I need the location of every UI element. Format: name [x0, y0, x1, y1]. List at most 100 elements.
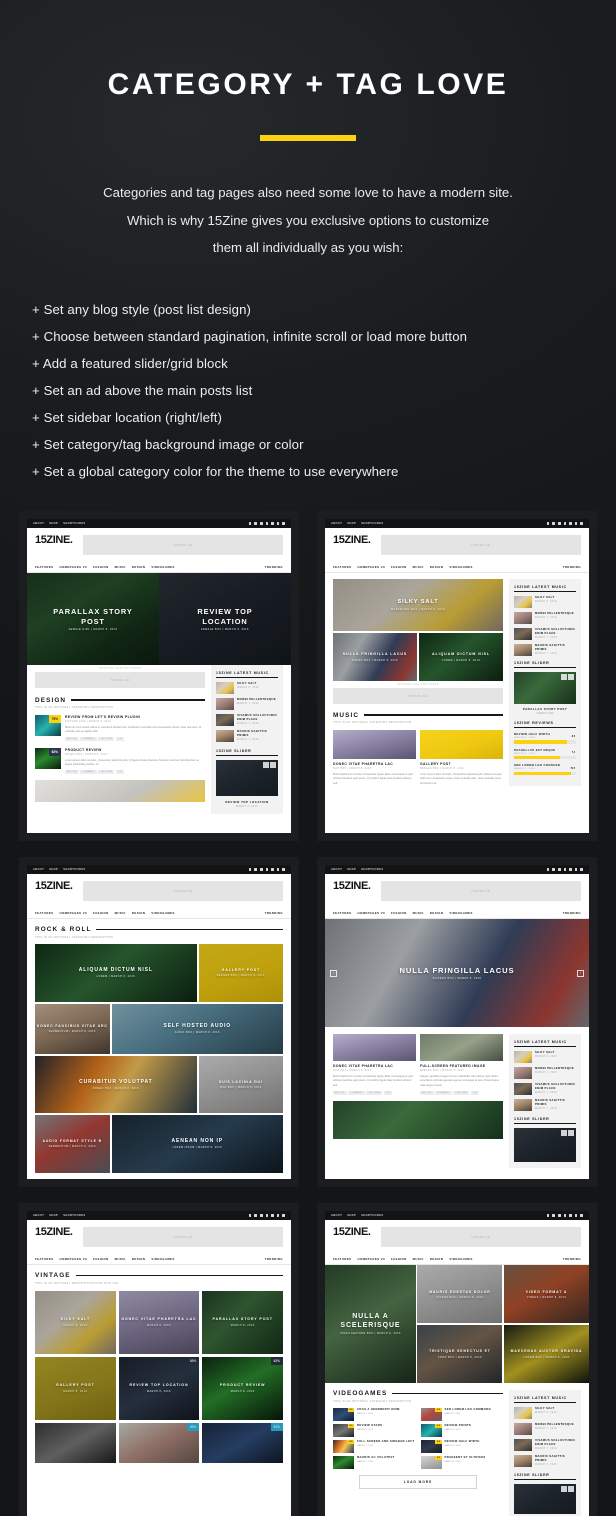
slider-prev-button[interactable]: [560, 1130, 567, 1137]
trending-label[interactable]: TRENDING: [563, 1257, 581, 1261]
sidebar-list-item[interactable]: SILKY SALT MARCH 8, 2016: [216, 681, 278, 695]
sidebar-item-title[interactable]: MORBI PELLENTESQUE: [237, 697, 276, 702]
sidebar-list-item[interactable]: MAURIS SAGITTIS PRIMIS MARCH 7, 2016: [514, 643, 576, 657]
mosaic-tile[interactable]: SELF HOSTED AUDIO AUDIO BOX | MARCH 8, 2…: [111, 1003, 283, 1054]
sidebar-list-item[interactable]: MAURIS SAGITTIS PRIMIS MARCH 7, 2016: [514, 1454, 576, 1468]
sidebar-list-item[interactable]: MORBI PELLENTESQUE MARCH 7, 2016: [216, 697, 278, 711]
post-tag[interactable]: 7.8: [115, 737, 124, 742]
list-title[interactable]: CRAS A HENDRERIT ENIM: [357, 1407, 400, 1412]
post-tag[interactable]: LECTURE: [98, 770, 115, 775]
list-item[interactable]: 8.5 REVIEW HALF WIDTH MARCH 7, 2016: [420, 1439, 504, 1453]
user-icon[interactable]: [282, 522, 285, 525]
post-thumbnail[interactable]: [333, 1100, 503, 1139]
review-row[interactable]: SED LOREM LEO CONSUED MARCH 7, 2016 70.5: [514, 763, 576, 776]
sidebar-item-title[interactable]: MAURIS SAGITTIS PRIMIS: [535, 1454, 576, 1463]
nav-item[interactable]: VIDEOGAMES: [151, 1257, 174, 1261]
sidebar-list-item[interactable]: VIVAMUS SOLLICITUDIN ENIM PLACE MARCH 7, …: [514, 1438, 576, 1452]
sidebar-list-item[interactable]: MAURIS SAGITTIS PRIMIS MARCH 7, 2016: [216, 729, 278, 743]
sidebar-list-item[interactable]: SILKY SALT MARCH 8, 2016: [514, 595, 576, 609]
mosaic-tile[interactable]: TRISTIQUE SENECTUS ET FOOD BOX | MARCH 8…: [417, 1324, 503, 1384]
topbar-link[interactable]: SHORTCODES: [63, 868, 85, 871]
search-icon[interactable]: [574, 522, 578, 525]
list-item[interactable]: MAURIS AC VOLUTPAT MARCH 7, 2016: [333, 1455, 416, 1469]
nav-item[interactable]: VIDEOGAMES: [449, 1257, 472, 1261]
topbar-link[interactable]: SHOP: [49, 1214, 58, 1217]
search-icon[interactable]: [276, 1214, 280, 1217]
google-plus-icon[interactable]: [260, 868, 263, 871]
search-icon[interactable]: [276, 522, 280, 525]
slider-next-button[interactable]: [270, 762, 276, 769]
topbar-link[interactable]: SHOP: [347, 1214, 356, 1217]
review-row[interactable]: REVIEW HALF WIDTH MARCH 8, 2016 8.5: [514, 732, 576, 744]
pinterest-icon[interactable]: [265, 522, 269, 525]
featured-tile[interactable]: PARALLAX STORY POST FEMALE GIRL | MARCH …: [27, 573, 159, 666]
site-logo[interactable]: 15ZINE.: [35, 535, 73, 546]
google-plus-icon[interactable]: [260, 522, 263, 525]
mosaic-tile[interactable]: VIDEO FORMAT A VIDEOS | MARCH 8, 2016: [503, 1265, 589, 1324]
nav-item[interactable]: MUSIC: [115, 565, 126, 569]
nav-item[interactable]: HOMEPAGES V3: [357, 1257, 385, 1261]
pinterest-icon[interactable]: [563, 522, 567, 525]
topbar-link[interactable]: ABOUT: [33, 522, 44, 525]
nav-item[interactable]: FEATURES: [35, 911, 53, 915]
topbar-link[interactable]: SHORTCODES: [361, 868, 383, 871]
site-logo[interactable]: 15ZINE.: [333, 535, 371, 546]
mosaic-tile[interactable]: ALIQUAM DICTUM NISL LOREM | MARCH 8, 201…: [35, 943, 197, 1002]
sidebar-item-title[interactable]: VIVAMUS SOLLICITUDIN ENIM PLACE: [535, 1438, 576, 1447]
post-tag[interactable]: EDITOR: [65, 770, 79, 775]
slider-prev-button[interactable]: ‹: [330, 969, 337, 977]
load-more-button[interactable]: LOAD MORE: [359, 1474, 477, 1489]
sidebar-slider[interactable]: [514, 672, 576, 705]
topbar-link[interactable]: SHORTCODES: [63, 522, 85, 525]
grid-card[interactable]: 83%: [118, 1422, 200, 1463]
topbar-link[interactable]: SHORTCODES: [63, 1214, 85, 1217]
sidebar-list-item[interactable]: SILKY SALT MARCH 8, 2016: [514, 1406, 576, 1420]
slider-next-button[interactable]: [568, 1130, 574, 1137]
sidebar-list-item[interactable]: MAURIS SAGITTIS PRIMIS MARCH 7, 2016: [514, 1098, 576, 1112]
post-tag[interactable]: COMMENT: [80, 770, 97, 775]
facebook-icon[interactable]: [254, 868, 258, 871]
post-tag[interactable]: LECTURE: [98, 737, 115, 742]
nav-item[interactable]: VIDEOGAMES: [449, 911, 472, 915]
twitter-icon[interactable]: [546, 1214, 550, 1217]
sidebar-item-title[interactable]: MAURIS SAGITTIS PRIMIS: [535, 643, 576, 652]
sidebar-item-title[interactable]: SILKY SALT: [535, 1050, 557, 1055]
instagram-icon[interactable]: [271, 1214, 274, 1217]
sidebar-list-item[interactable]: SILKY SALT MARCH 8, 2016: [514, 1050, 576, 1064]
grid-card[interactable]: 80% REVIEW TOP LOCATION MARCH 8, 2016: [118, 1356, 200, 1420]
sidebar-list-item[interactable]: VIVAMUS SOLLICITUDIN ENIM PLACE MARCH 7, …: [216, 713, 278, 727]
nav-item[interactable]: DESIGN: [132, 911, 145, 915]
google-plus-icon[interactable]: [260, 1214, 263, 1217]
grid-card[interactable]: GALLERY POST MARCH 8, 2016: [35, 1356, 116, 1420]
post-thumbnail[interactable]: [35, 780, 205, 803]
sidebar-item-title[interactable]: SILKY SALT: [535, 1406, 557, 1411]
nav-item[interactable]: HOMEPAGES V3: [59, 1257, 87, 1261]
nav-item[interactable]: DESIGN: [430, 565, 443, 569]
sidebar-list-item[interactable]: MORBI PELLENTESQUE MARCH 7, 2016: [514, 611, 576, 625]
twitter-icon[interactable]: [248, 522, 252, 525]
topbar-link[interactable]: SHOP: [49, 522, 58, 525]
nav-item[interactable]: MUSIC: [115, 911, 126, 915]
sidebar-slider[interactable]: [514, 1128, 576, 1163]
featured-tile[interactable]: SILKY SALT MARKETING BOX | MARCH 8, 2016: [333, 579, 503, 632]
facebook-icon[interactable]: [552, 1214, 556, 1217]
screenshot-card[interactable]: ABOUT SHOP SHORTCODES 15ZINE. 728X90 AD …: [19, 511, 299, 842]
post-tag[interactable]: EDITOR: [333, 1090, 347, 1095]
sidebar-list-item[interactable]: MORBI PELLENTESQUE MARCH 7, 2016: [514, 1066, 576, 1080]
sidebar-item-title[interactable]: MORBI PELLENTESQUE: [535, 1066, 574, 1071]
mosaic-tile[interactable]: CURABITUR VOLUTPAT DONEC BOX | MARCH 8, …: [35, 1055, 197, 1113]
screenshot-card[interactable]: ABOUT SHOP SHORTCODES 15ZINE. 728X90 AD …: [317, 1203, 597, 1516]
topbar-link[interactable]: ABOUT: [331, 868, 342, 871]
nav-item[interactable]: FASHION: [391, 911, 407, 915]
list-title[interactable]: SED LOREM LEO COMMODO: [445, 1407, 492, 1412]
sidebar-item-title[interactable]: SILKY SALT: [535, 595, 557, 600]
trending-label[interactable]: TRENDING: [563, 911, 581, 915]
sidebar-item-title[interactable]: VIVAMUS SOLLICITUDIN ENIM PLACE: [535, 627, 576, 636]
sidebar-item-title[interactable]: VIVAMUS SOLLICITUDIN ENIM PLACE: [237, 713, 278, 722]
topbar-link[interactable]: ABOUT: [33, 868, 44, 871]
sidebar-item-title[interactable]: MAURIS SAGITTIS PRIMIS: [237, 729, 278, 738]
trending-label[interactable]: TRENDING: [563, 565, 581, 569]
sidebar-slider[interactable]: [514, 1484, 576, 1515]
featured-tile[interactable]: NULLA FRINGILLA LACUS DONEC BOX | MARCH …: [333, 633, 417, 682]
post-tag[interactable]: COMMENT: [80, 737, 97, 742]
